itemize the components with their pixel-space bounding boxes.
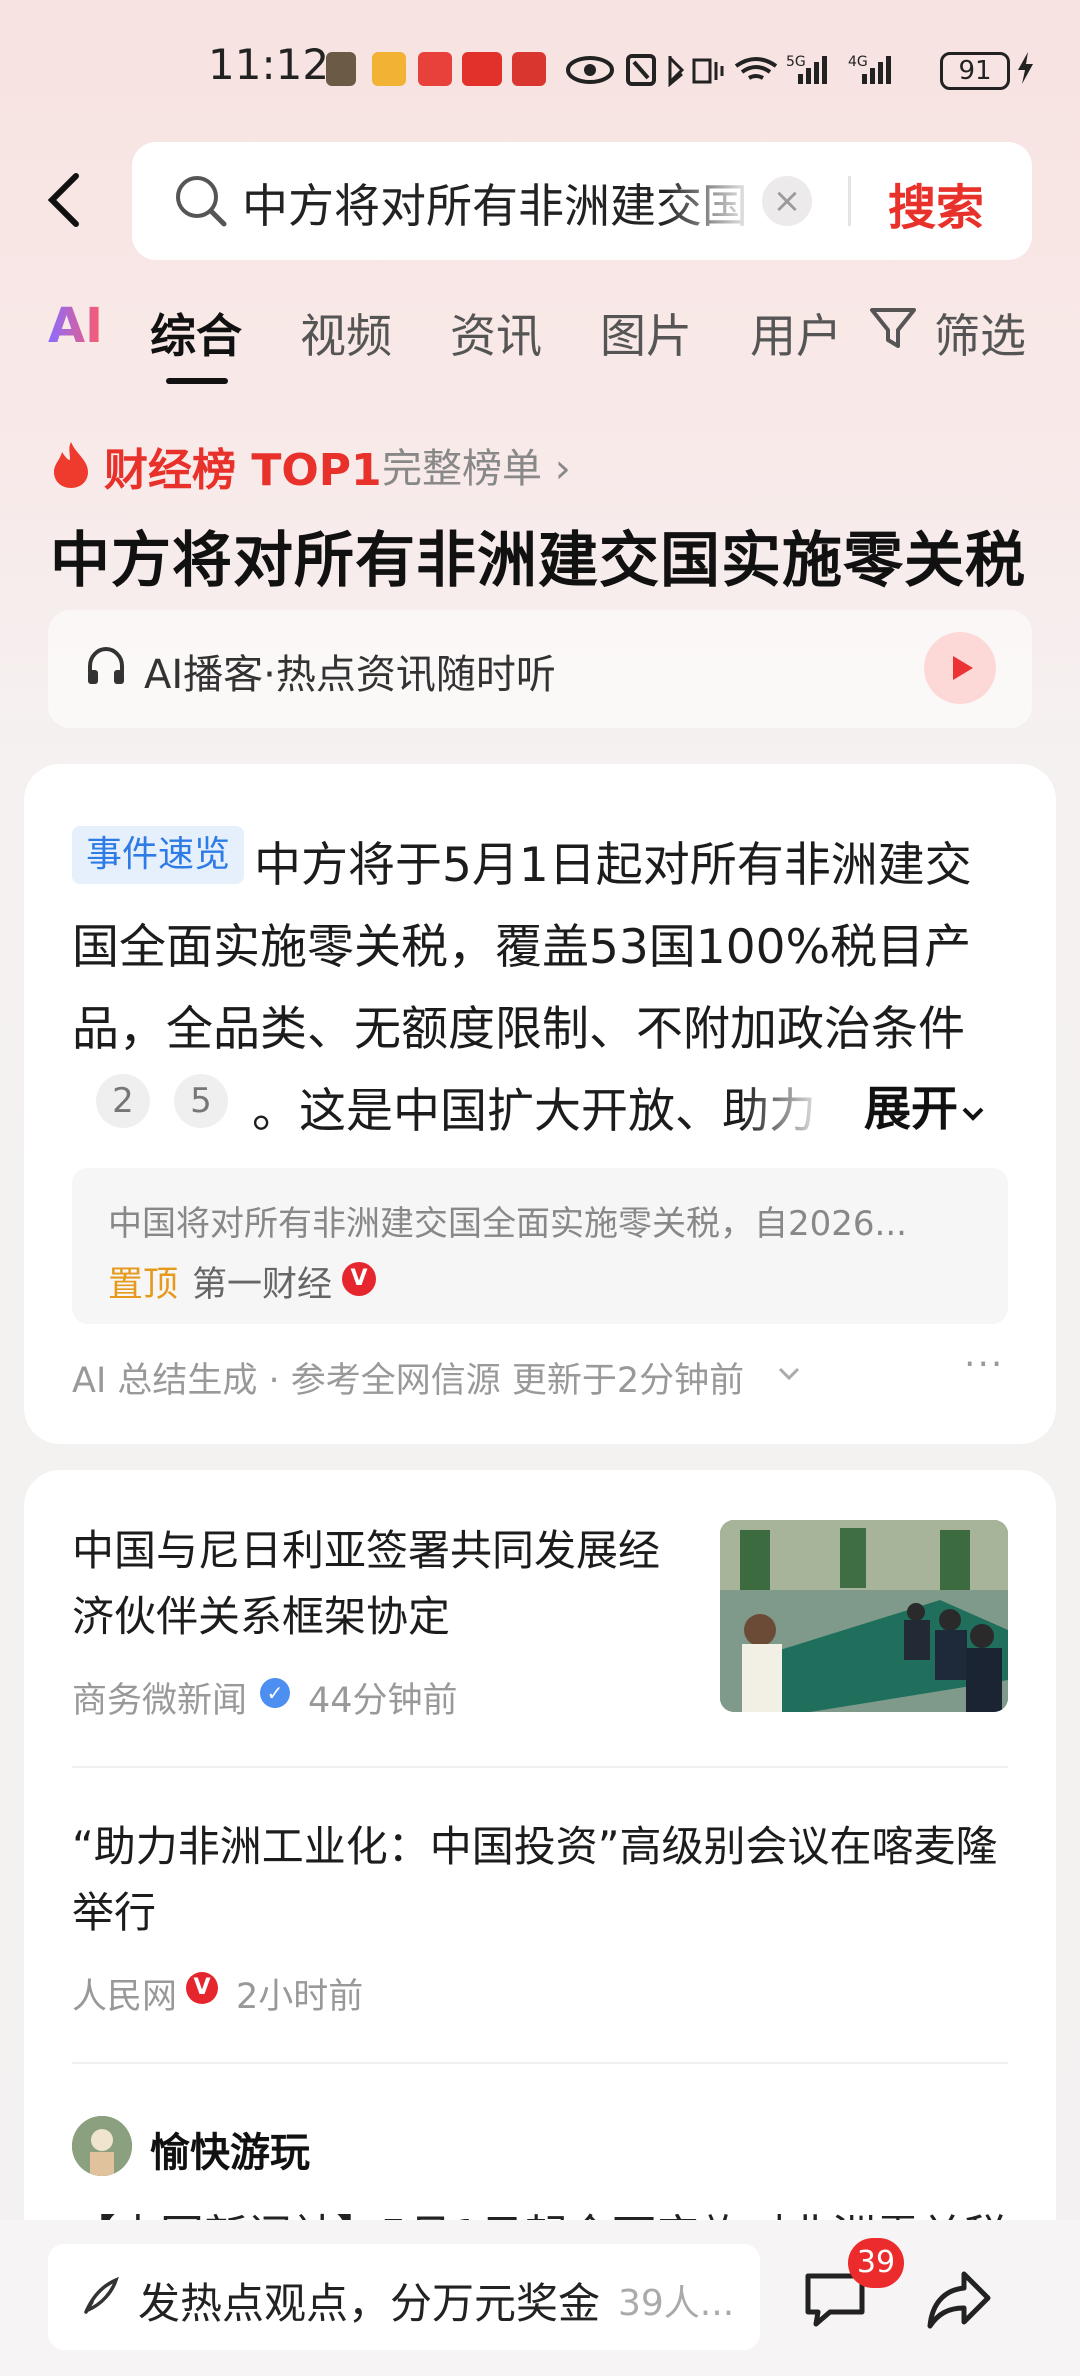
summary-line-1: 中方将于5月1日起对所有非洲建交 xyxy=(254,838,972,893)
tab-ai[interactable]: AI xyxy=(48,298,103,354)
tab-users[interactable]: 用户 xyxy=(750,300,842,366)
user-name[interactable]: 愉快游玩 xyxy=(150,2120,310,2178)
expand-button[interactable]: 展开 xyxy=(864,1070,988,1139)
status-bar: 11:12 5G 4G 91 xyxy=(0,0,1080,130)
news-source[interactable]: 商务微新闻 xyxy=(72,1672,247,1723)
flame-icon xyxy=(54,442,88,488)
tab-news[interactable]: 资讯 xyxy=(450,300,542,366)
news-source[interactable]: 人民网 xyxy=(72,1968,177,2019)
search-icon xyxy=(176,176,227,227)
notification-icon xyxy=(418,52,452,86)
verified-icon: ✓ xyxy=(260,1678,290,1708)
summary-meta: AI 总结生成 · 参考全网信源 更新于2分钟前 xyxy=(72,1361,745,1401)
news-title[interactable]: 中国与尼日利亚签署共同发展经 济伙伴关系框架协定 xyxy=(72,1518,692,1650)
search-divider xyxy=(848,176,851,226)
summary-line-2: 国全面实施零关税，覆盖53国100%税目产 xyxy=(72,920,972,975)
play-icon xyxy=(953,656,973,680)
news-title-line: 济伙伴关系框架协定 xyxy=(72,1592,451,1641)
headphones-icon xyxy=(88,646,124,684)
page-title: 中方将对所有非洲建交国实施零关税 xyxy=(50,526,1026,596)
event-badge: 事件速览 xyxy=(72,826,245,884)
meeting-photo xyxy=(720,1520,1008,1712)
tab-video[interactable]: 视频 xyxy=(300,300,392,366)
weibo-icon xyxy=(372,52,406,86)
app-notification-icon xyxy=(326,52,356,86)
pinned-label: 置顶 xyxy=(108,1265,179,1305)
filter-label[interactable]: 筛选 xyxy=(934,300,1026,366)
news-title[interactable]: “助力非洲工业化：中国投资”高级别会议在喀麦隆 举行 xyxy=(72,1814,1008,1946)
news-title-line: “助力非洲工业化：中国投资”高级别会议在喀麦隆 xyxy=(72,1822,998,1871)
user-avatar-image xyxy=(72,2116,132,2176)
svg-text:5G: 5G xyxy=(786,54,806,70)
comment-count-badge: 39 xyxy=(848,2238,904,2288)
app-icon xyxy=(512,52,546,86)
expand-label: 展开 xyxy=(864,1082,958,1137)
full-ranking-link[interactable]: 完整榜单 › xyxy=(382,436,571,494)
chevron-down-icon[interactable] xyxy=(774,1362,804,1386)
charging-icon xyxy=(1018,52,1033,84)
search-input[interactable]: 中方将对所有非洲建交国 xyxy=(242,170,757,236)
search-button[interactable]: 搜索 xyxy=(888,168,984,238)
divider xyxy=(72,1766,1008,1768)
verified-icon: V xyxy=(342,1262,376,1296)
podcast-label: AI播客·热点资讯随时听 xyxy=(144,652,556,698)
battery-indicator: 91 xyxy=(940,52,1010,90)
participant-count: 39人... xyxy=(618,2283,735,2324)
share-icon[interactable] xyxy=(924,2266,994,2332)
news-title-line: 中国与尼日利亚签署共同发展经 xyxy=(72,1526,661,1575)
status-time: 11:12 xyxy=(208,40,330,89)
reference-marker[interactable]: 5 xyxy=(174,1074,228,1128)
source-name: 第一财经 xyxy=(192,1265,333,1305)
pen-icon xyxy=(84,2276,119,2314)
toutiao-icon xyxy=(462,52,502,86)
back-arrow-icon[interactable] xyxy=(42,170,86,230)
tab-images[interactable]: 图片 xyxy=(600,300,692,366)
summary-line-3: 品，全品类、无额度限制、不附加政治条件 xyxy=(72,1002,965,1057)
svg-text:4G: 4G xyxy=(848,54,868,70)
comment-placeholder: 发热点观点，分万元奖金 xyxy=(138,2279,601,2328)
chevron-down-icon xyxy=(962,1107,984,1121)
summary-line-4: 。这是中国扩大开放、助力 xyxy=(252,1084,816,1139)
more-options-icon[interactable]: ··· xyxy=(964,1344,1004,1385)
news-thumbnail[interactable] xyxy=(720,1520,1008,1712)
verified-icon: V xyxy=(186,1972,218,2004)
news-time: 2小时前 xyxy=(236,1977,364,2017)
clear-search-icon[interactable]: × xyxy=(762,176,812,226)
active-tab-indicator xyxy=(166,378,228,384)
rank-label[interactable]: 财经榜 TOP1 xyxy=(104,434,382,498)
source-snippet: 中国将对所有非洲建交国全面实施零关税，自2026... xyxy=(108,1204,907,1244)
tab-comprehensive[interactable]: 综合 xyxy=(150,300,242,366)
news-title-line: 举行 xyxy=(72,1888,157,1937)
filter-icon[interactable] xyxy=(868,306,918,352)
avatar[interactable] xyxy=(72,2116,132,2176)
news-time: 44分钟前 xyxy=(308,1681,458,1721)
play-button[interactable] xyxy=(924,632,996,704)
reference-marker[interactable]: 2 xyxy=(96,1074,150,1128)
divider xyxy=(72,2062,1008,2064)
system-status-icons: 5G 4G xyxy=(566,54,891,88)
